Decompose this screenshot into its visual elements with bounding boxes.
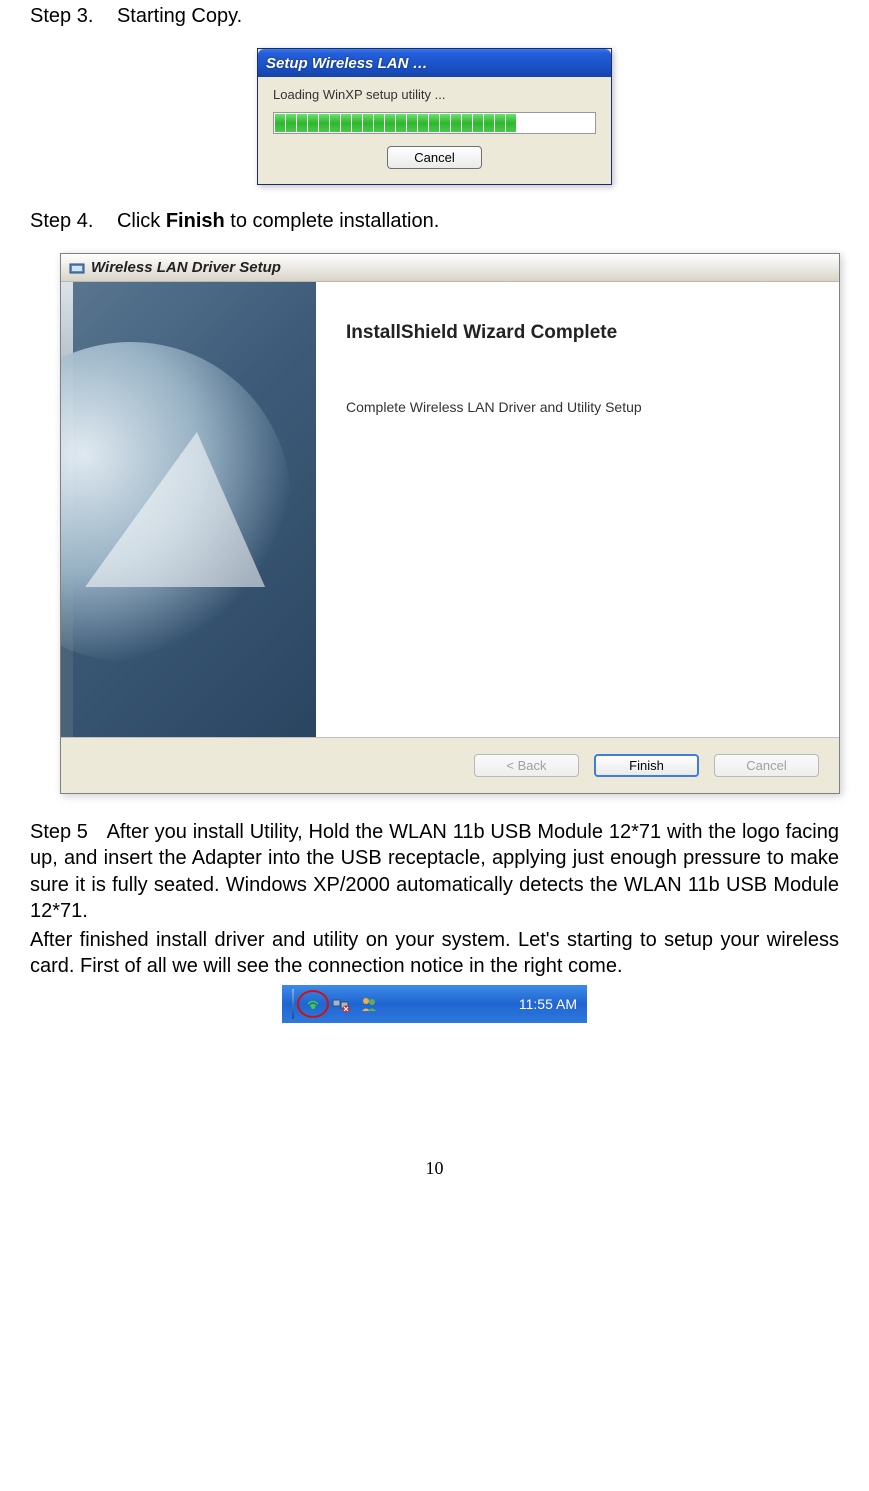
- dialog2-main: InstallShield Wizard Complete Complete W…: [61, 282, 839, 737]
- wireless-tray-icon[interactable]: [304, 995, 322, 1013]
- back-button[interactable]: < Back: [474, 754, 579, 777]
- dialog1-buttons: Cancel: [273, 146, 596, 169]
- wizard-body-text: Complete Wireless LAN Driver and Utility…: [346, 399, 809, 415]
- cancel-button[interactable]: Cancel: [387, 146, 482, 169]
- wizard-complete-dialog: Wireless LAN Driver Setup InstallShield …: [60, 253, 840, 794]
- step-4-post: to complete installation.: [225, 210, 440, 232]
- page-number: 10: [30, 1158, 839, 1179]
- dialog1-body: Loading WinXP setup utility ... Cancel: [258, 77, 611, 184]
- step-4-line: Step 4. Click Finish to complete install…: [30, 210, 839, 233]
- step-5-para-1: Step 5 After you install Utility, Hold t…: [30, 819, 839, 925]
- dialog2-title: Wireless LAN Driver Setup: [91, 259, 281, 276]
- step-4-label: Step 4.: [30, 210, 93, 233]
- wizard-sidebar-image: [61, 282, 316, 737]
- step-3-label: Step 3.: [30, 5, 93, 28]
- step-5-para-2: After finished install driver and utilit…: [30, 927, 839, 980]
- dialog2-footer: < Back Finish Cancel: [61, 737, 839, 793]
- dialog-titlebar: Setup Wireless LAN …: [258, 49, 611, 77]
- cancel-button-2[interactable]: Cancel: [714, 754, 819, 777]
- users-tray-icon[interactable]: [360, 995, 378, 1013]
- wizard-heading: InstallShield Wizard Complete: [346, 322, 809, 344]
- tray-clock: 11:55 AM: [519, 996, 577, 1012]
- step-3-text: Starting Copy.: [117, 5, 242, 27]
- step-5-text-1: After you install Utility, Hold the WLAN…: [30, 821, 839, 922]
- dialog2-titlebar: Wireless LAN Driver Setup: [61, 254, 839, 282]
- step-3-line: Step 3. Starting Copy.: [30, 5, 839, 28]
- loading-text: Loading WinXP setup utility ...: [273, 87, 596, 102]
- finish-button[interactable]: Finish: [594, 754, 699, 777]
- progress-bar: [273, 112, 596, 134]
- step-4-pre: Click: [117, 210, 166, 232]
- system-tray: 11:55 AM: [282, 985, 587, 1023]
- setup-progress-dialog: Setup Wireless LAN … Loading WinXP setup…: [257, 48, 612, 185]
- wizard-content: InstallShield Wizard Complete Complete W…: [316, 282, 839, 737]
- tray-separator: [292, 989, 294, 1019]
- network-tray-icon[interactable]: [332, 995, 350, 1013]
- dialog1-title: Setup Wireless LAN …: [266, 55, 428, 72]
- step-4-bold: Finish: [166, 210, 225, 232]
- app-icon: [69, 260, 85, 276]
- step-5-label: Step 5: [30, 819, 88, 845]
